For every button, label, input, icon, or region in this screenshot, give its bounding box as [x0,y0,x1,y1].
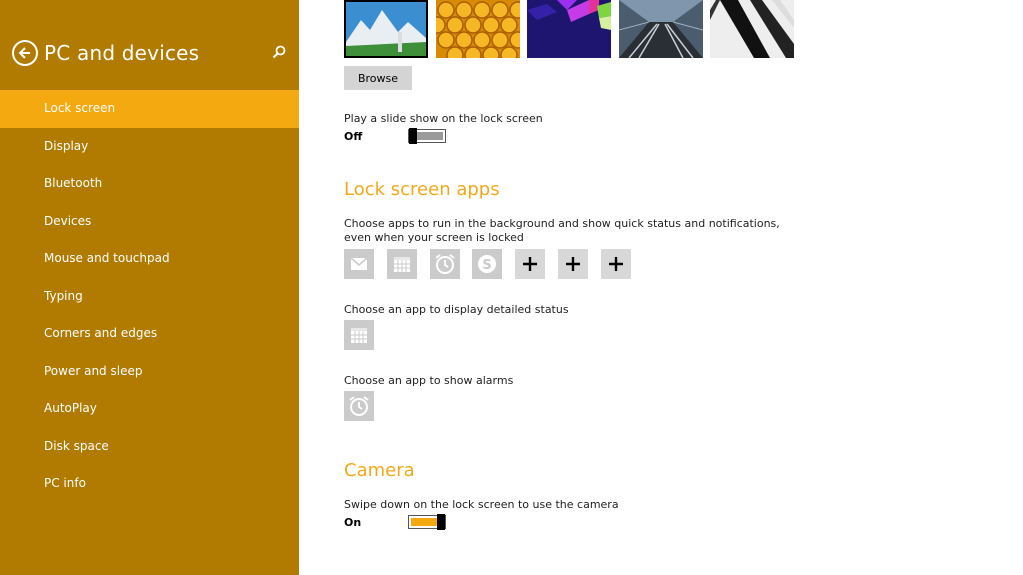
calendar-icon [393,257,410,272]
slideshow-label: Play a slide show on the lock screen [344,112,543,125]
sidebar-item-mouse-touchpad[interactable]: Mouse and touchpad [0,240,299,278]
add-app-slot-3[interactable] [600,249,631,279]
back-arrow-icon [18,47,30,59]
browse-button[interactable]: Browse [344,66,412,90]
plus-icon [565,257,580,271]
railway-tunnel-image[interactable] [618,0,703,58]
sidebar-item-disk-space[interactable]: Disk space [0,428,299,466]
lock-screen-apps-row: S [344,249,644,279]
honeycomb-image[interactable] [435,0,520,58]
sidebar-item-corners-edges[interactable]: Corners and edges [0,315,299,353]
calendar-icon [351,328,367,343]
detailed-status-app-slot[interactable] [344,320,374,350]
slideshow-state-text: Off [344,130,363,143]
add-app-slot-2[interactable] [557,249,588,279]
alarm-icon [349,396,369,416]
alarm-app-slot[interactable] [429,249,460,279]
search-icon[interactable] [271,44,287,60]
alarm-icon [434,254,455,274]
alarms-label: Choose an app to show alarms [344,374,514,387]
piano-keys-image[interactable] [710,0,794,58]
plus-icon [523,257,538,271]
svg-text:S: S [483,258,492,273]
main-content: Browse Play a slide show on the lock scr… [344,0,1023,575]
sidebar: PC and devices Lock screen Display Bluet… [0,0,299,575]
section-title-camera: Camera [344,460,415,481]
sidebar-item-lock-screen[interactable]: Lock screen [0,90,299,128]
toggle-knob [409,128,417,144]
geometric-cubes-image[interactable] [527,0,611,58]
back-button[interactable] [12,40,38,66]
mountain-lake-image[interactable] [344,0,428,58]
sidebar-item-autoplay[interactable]: AutoPlay [0,390,299,428]
header: PC and devices [12,38,199,68]
detailed-status-label: Choose an app to display detailed status [344,303,569,316]
mail-app-slot[interactable] [344,249,374,279]
section-title-lock-screen-apps: Lock screen apps [344,179,500,200]
page-title: PC and devices [44,41,200,65]
camera-label: Swipe down on the lock screen to use the… [344,498,619,511]
camera-state-text: On [344,516,362,529]
sidebar-item-power-sleep[interactable]: Power and sleep [0,353,299,391]
skype-app-slot[interactable]: S [472,249,503,279]
toggle-track [411,518,437,526]
calendar-app-slot[interactable] [386,249,417,279]
sidebar-item-bluetooth[interactable]: Bluetooth [0,165,299,203]
alarms-app-slot[interactable] [344,391,374,421]
skype-icon: S [478,255,497,273]
slideshow-toggle[interactable] [408,128,446,144]
sidebar-item-typing[interactable]: Typing [0,278,299,316]
toggle-knob [437,514,445,530]
plus-icon [608,257,623,271]
sidebar-item-devices[interactable]: Devices [0,203,299,241]
sidebar-item-pc-info[interactable]: PC info [0,465,299,503]
sidebar-nav: Lock screen Display Bluetooth Devices Mo… [0,90,299,503]
mail-icon [350,257,368,270]
sidebar-item-display[interactable]: Display [0,128,299,166]
toggle-track [417,132,443,140]
background-thumbnails [344,0,802,58]
lock-screen-apps-description: Choose apps to run in the background and… [344,217,780,244]
add-app-slot-1[interactable] [515,249,546,279]
camera-toggle[interactable] [408,514,446,530]
